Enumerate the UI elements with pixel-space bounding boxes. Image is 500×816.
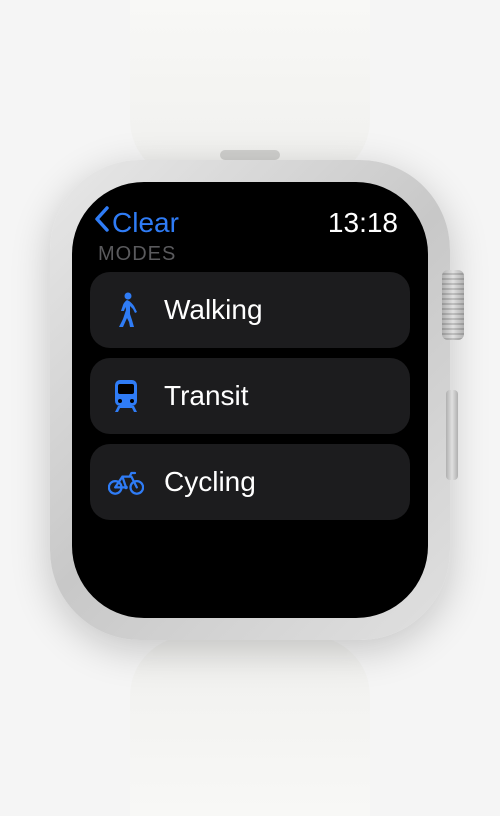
back-button[interactable]: Clear [94,206,179,239]
clock-time: 13:18 [328,207,398,239]
watch-band-bottom [130,636,370,816]
transit-icon [108,378,144,414]
mode-label: Cycling [164,466,256,498]
section-header-modes: MODES [90,243,410,272]
watch-screen: Clear 13:18 MODES Walking [72,182,428,618]
watch-case: Clear 13:18 MODES Walking [50,160,450,640]
modes-list: Walking Transit [90,272,410,520]
chevron-left-icon [94,206,110,239]
mode-label: Transit [164,380,249,412]
mode-label: Walking [164,294,263,326]
status-bar: Clear 13:18 [90,200,410,249]
walking-icon [108,292,144,328]
mode-item-cycling[interactable]: Cycling [90,444,410,520]
mode-item-walking[interactable]: Walking [90,272,410,348]
side-button[interactable] [446,390,458,480]
cycling-icon [108,464,144,500]
back-label: Clear [112,207,179,239]
watch-band-top [130,0,370,180]
mode-item-transit[interactable]: Transit [90,358,410,434]
digital-crown[interactable] [442,270,464,340]
